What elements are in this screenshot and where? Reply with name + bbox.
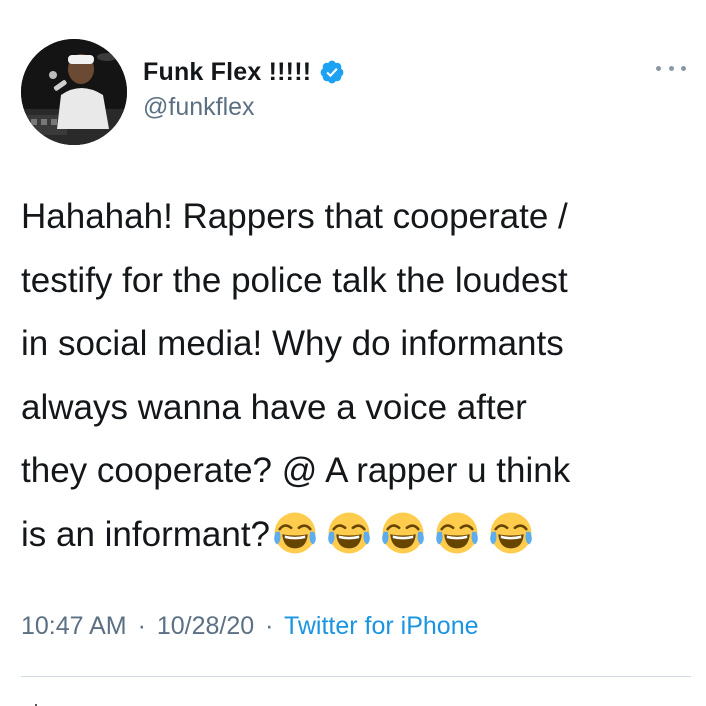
- avatar-photo: [21, 39, 127, 145]
- face-with-tears-of-joy-icon: [274, 512, 316, 554]
- dot: [668, 65, 674, 71]
- tweet-source-link[interactable]: Twitter for iPhone: [284, 612, 479, 640]
- name-row: Funk Flex !!!!!: [143, 56, 345, 88]
- verified-badge-icon: [319, 59, 345, 85]
- meta-separator: ·: [137, 612, 146, 640]
- tweet-line: is an informant?: [21, 514, 271, 554]
- divider: [21, 676, 691, 677]
- face-with-tears-of-joy-icon: [490, 512, 532, 554]
- tweet-meta: 10:47 AM · 10/28/20 · Twitter for iPhone: [21, 612, 479, 641]
- tweet-author: Funk Flex !!!!! @funkflex: [143, 56, 345, 122]
- meta-separator: ·: [265, 612, 274, 640]
- tweet-last-line: is an informant?: [21, 503, 691, 567]
- emoji-row: [272, 510, 534, 556]
- tweet-line: in social media! Why do informants: [21, 324, 564, 363]
- tweet-line: Hahahah! Rappers that cooperate /: [21, 197, 568, 236]
- tweet-line: always wanna have a voice after: [21, 387, 527, 427]
- tweet-line: they cooperate? @ A rapper u think: [21, 451, 571, 490]
- more-options-icon[interactable]: [656, 62, 686, 74]
- tweet-line: testify for the police talk the loudest: [21, 260, 568, 300]
- display-name[interactable]: Funk Flex !!!!!: [143, 58, 311, 87]
- user-handle[interactable]: @funkflex: [143, 93, 345, 122]
- face-with-tears-of-joy-icon: [328, 512, 370, 554]
- tweet-time[interactable]: 10:47 AM: [21, 612, 127, 640]
- face-with-tears-of-joy-icon: [436, 512, 478, 554]
- dot: [681, 65, 686, 71]
- dot: [656, 65, 661, 71]
- tweet-date[interactable]: 10/28/20: [157, 612, 254, 640]
- tweet-text: Hahahah! Rappers that cooperate / testif…: [21, 185, 691, 566]
- avatar[interactable]: [21, 39, 127, 145]
- face-with-tears-of-joy-icon: [382, 512, 424, 554]
